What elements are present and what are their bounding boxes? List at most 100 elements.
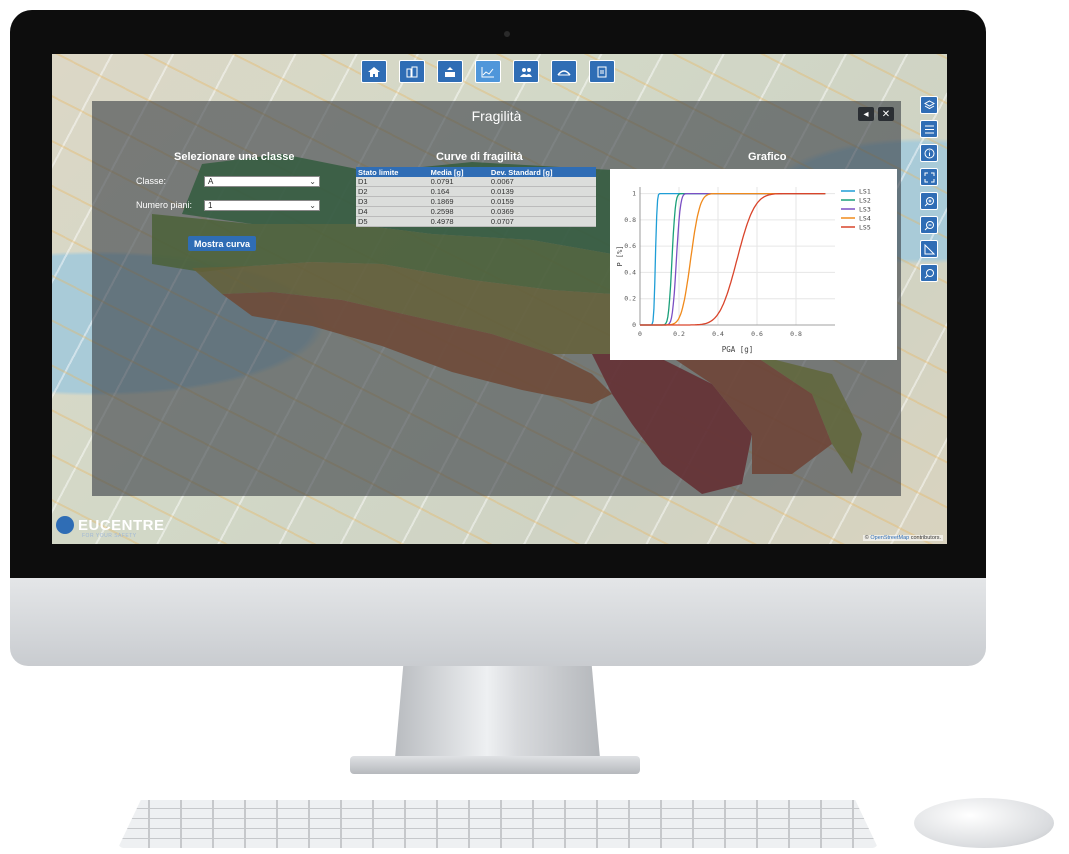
chevron-down-icon: ⌄ <box>309 201 316 210</box>
table-header: Media [g] <box>428 167 489 177</box>
y-tick-label: 0.8 <box>624 216 636 224</box>
keyboard <box>118 800 878 848</box>
y-axis-label: P [%] <box>616 245 624 266</box>
brand-name: EUCENTRE <box>78 516 165 534</box>
close-button[interactable]: ✕ <box>878 107 894 121</box>
info-button[interactable] <box>920 144 938 162</box>
buildings-button[interactable] <box>399 60 425 83</box>
piani-value: 1 <box>208 201 213 210</box>
document-button[interactable] <box>589 60 615 83</box>
table-cell: D5 <box>356 216 429 227</box>
building-upload-button[interactable] <box>437 60 463 83</box>
table-cell: D3 <box>356 196 429 207</box>
info-icon <box>924 148 934 158</box>
table-cell: 0.0159 <box>488 196 596 207</box>
bridge-button[interactable] <box>551 60 577 83</box>
chart-button[interactable] <box>475 60 501 83</box>
measure-button[interactable] <box>920 240 938 258</box>
x-tick-label: 0.2 <box>673 330 685 338</box>
zoom-in-button[interactable] <box>920 192 938 210</box>
bridge-icon <box>557 69 571 75</box>
zoom-out-icon <box>924 220 934 230</box>
fullscreen-icon <box>924 172 934 182</box>
attribution-prefix: © <box>864 535 869 541</box>
table-header: Dev. Standard [g] <box>488 167 596 177</box>
monitor-chin <box>10 578 986 666</box>
close-icon: ✕ <box>881 108 891 120</box>
layers-icon <box>923 99 935 109</box>
chart-icon <box>481 66 494 77</box>
show-curve-button[interactable]: Mostra curva <box>188 236 256 251</box>
map-tools <box>920 96 938 282</box>
top-toolbar <box>361 60 615 83</box>
back-arrow-icon: ◂ <box>863 108 869 120</box>
fullscreen-button[interactable] <box>920 168 938 186</box>
brand-tagline: FOR YOUR SAFETY <box>82 533 137 539</box>
x-axis-label: PGA [g] <box>722 345 754 354</box>
table-cell: 0.2598 <box>428 206 489 217</box>
y-tick-label: 1 <box>632 190 636 198</box>
y-tick-label: 0.4 <box>624 268 636 276</box>
legend-button[interactable] <box>920 120 938 138</box>
table-cell: D2 <box>356 186 429 197</box>
y-tick-label: 0 <box>632 321 636 329</box>
fragility-table: Stato limite Media [g] Dev. Standard [g]… <box>356 167 596 227</box>
zoom-in-icon <box>924 196 934 206</box>
x-tick-label: 0.6 <box>751 330 763 338</box>
logo-mark-icon <box>56 516 74 534</box>
home-button[interactable] <box>361 60 387 83</box>
fragility-chart: 0 0.2 0.4 0.6 0.8 0 0.2 0.4 0.6 0.8 1 PGA [g] P [%] L… <box>616 187 871 354</box>
class-section-title: Selezionare una classe <box>174 151 295 163</box>
measure-icon <box>924 243 935 254</box>
legend-label: LS1 <box>859 188 871 196</box>
people-icon <box>520 67 532 77</box>
map-attribution: © OpenStreetMap contributors. <box>862 535 943 541</box>
graph-section-title: Grafico <box>748 151 787 163</box>
monitor-stand <box>395 666 600 758</box>
piani-select[interactable]: 1 ⌄ <box>204 200 320 211</box>
table-cell: 0.0067 <box>488 177 596 187</box>
legend-label: LS2 <box>859 197 871 205</box>
legend-label: LS5 <box>859 224 871 232</box>
table-header-row: Stato limite Media [g] Dev. Standard [g] <box>356 167 596 177</box>
collapse-button[interactable]: ◂ <box>858 107 874 121</box>
fragility-chart-container: 0 0.2 0.4 0.6 0.8 0 0.2 0.4 0.6 0.8 1 PGA [g] P [%] L… <box>610 169 897 360</box>
series-line-ls1 <box>640 192 826 326</box>
table-header: Stato limite <box>356 167 429 177</box>
x-tick-label: 0 <box>638 330 642 338</box>
zoom-out-button[interactable] <box>920 216 938 234</box>
classe-label: Classe: <box>136 176 167 186</box>
building-upload-icon <box>445 66 455 77</box>
table-cell: 0.0139 <box>488 186 596 197</box>
attribution-suffix: contributors. <box>910 535 941 541</box>
table-cell: 0.0791 <box>428 177 489 187</box>
table-section-title: Curve di fragilità <box>436 151 523 163</box>
buildings-icon <box>406 66 418 77</box>
classe-select[interactable]: A ⌄ <box>204 176 320 187</box>
layers-button[interactable] <box>920 96 938 114</box>
eucentre-logo[interactable]: EUCENTRE FOR YOUR SAFETY <box>56 516 165 539</box>
x-tick-label: 0.8 <box>790 330 802 338</box>
search-icon <box>924 268 934 278</box>
home-icon <box>368 66 380 77</box>
legend-label: LS3 <box>859 206 871 214</box>
series-line-ls4 <box>640 192 826 326</box>
table-cell: 0.1869 <box>428 196 489 207</box>
people-button[interactable] <box>513 60 539 83</box>
panel-title: Fragilità <box>471 108 522 124</box>
series-line-ls5 <box>640 192 826 326</box>
chevron-down-icon: ⌄ <box>309 177 316 186</box>
monitor-stand-base <box>350 756 640 774</box>
y-tick-label: 0.6 <box>624 242 636 250</box>
table-cell: 0.0707 <box>488 216 596 227</box>
legend-label: LS4 <box>859 215 871 223</box>
table-row: D3 0.1869 0.0159 <box>356 196 596 207</box>
y-tick-label: 0.2 <box>624 295 636 303</box>
x-tick-label: 0.4 <box>712 330 724 338</box>
table-cell: D4 <box>356 206 429 217</box>
table-cell: 0.0369 <box>488 206 596 217</box>
fragility-panel: Fragilità ◂ ✕ Selezionare una classe Cla… <box>92 101 901 496</box>
classe-value: A <box>208 177 214 186</box>
osm-link[interactable]: OpenStreetMap <box>870 535 909 541</box>
search-button[interactable] <box>920 264 938 282</box>
